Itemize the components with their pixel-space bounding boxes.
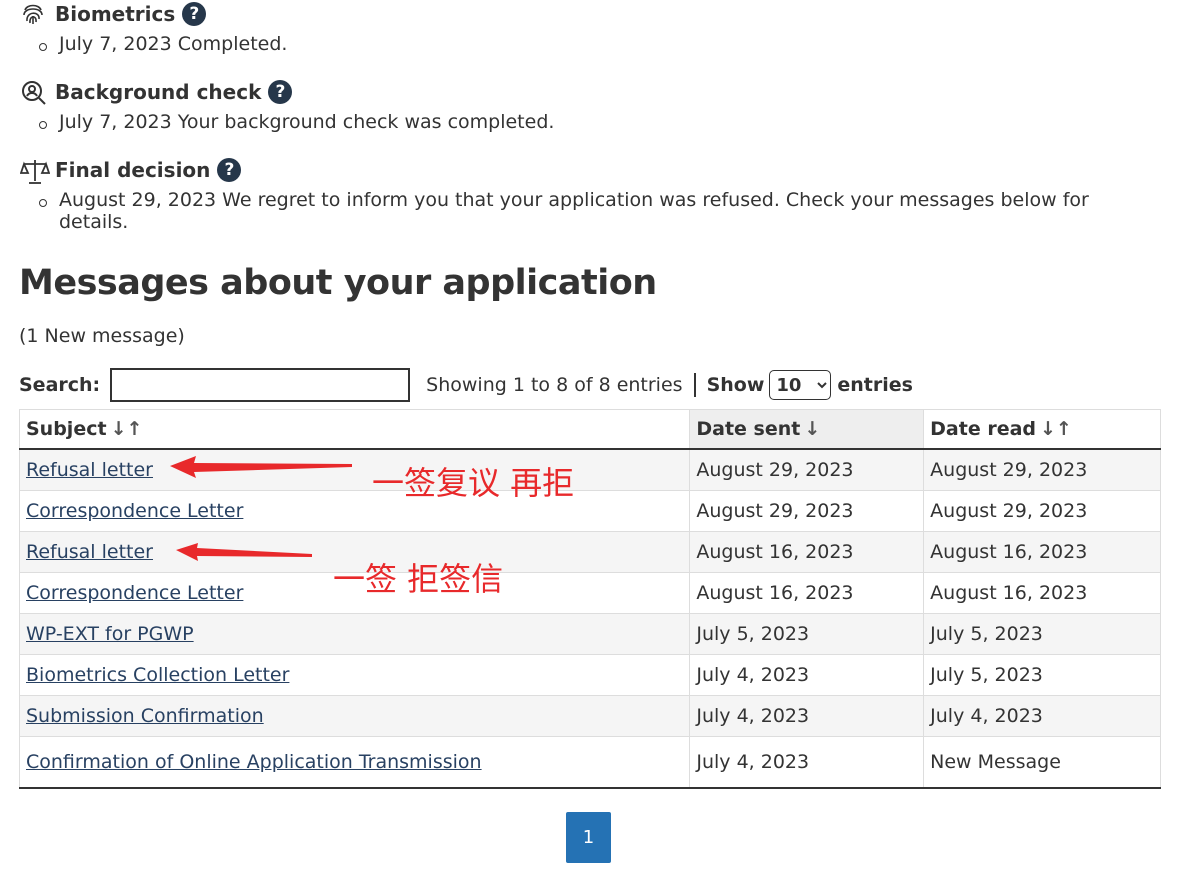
message-link[interactable]: Submission Confirmation bbox=[26, 705, 264, 727]
date-read-cell: August 16, 2023 bbox=[923, 572, 1161, 614]
divider bbox=[693, 373, 696, 397]
date-read-cell: July 5, 2023 bbox=[923, 654, 1161, 696]
table-row: Biometrics Collection Letter July 4, 202… bbox=[18, 654, 1161, 696]
table-row: WP-EXT for PGWP July 5, 2023 July 5, 202… bbox=[18, 613, 1161, 655]
sort-desc-icon: ↓ bbox=[804, 418, 821, 440]
column-label: Date sent bbox=[696, 418, 801, 440]
pagination-page-1[interactable]: 1 bbox=[566, 812, 611, 863]
message-link[interactable]: Refusal letter bbox=[26, 541, 153, 563]
message-link[interactable]: Correspondence Letter bbox=[26, 582, 243, 604]
table-row: Refusal letter August 29, 2023 August 29… bbox=[18, 448, 1161, 491]
search-input[interactable] bbox=[110, 368, 411, 402]
column-subject[interactable]: Subject ↓↑ bbox=[18, 409, 691, 450]
date-sent-cell: July 4, 2023 bbox=[689, 736, 925, 789]
table-row: Refusal letter August 16, 2023 August 16… bbox=[18, 531, 1161, 573]
column-label: Subject bbox=[26, 418, 107, 440]
help-icon[interactable]: ? bbox=[217, 158, 242, 182]
date-read-cell: August 29, 2023 bbox=[923, 448, 1161, 491]
fingerprint-icon bbox=[20, 1, 50, 27]
status-biometrics: Biometrics ? July 7, 2023 Completed. bbox=[20, 0, 1160, 55]
date-sent-cell: August 29, 2023 bbox=[689, 490, 925, 532]
subject-cell: Confirmation of Online Application Trans… bbox=[18, 736, 691, 789]
date-read-cell: New Message bbox=[923, 736, 1161, 789]
column-date-read[interactable]: Date read ↓↑ bbox=[923, 409, 1161, 450]
sort-both-icon: ↓↑ bbox=[110, 418, 143, 440]
subject-cell: Refusal letter bbox=[18, 448, 691, 491]
new-message-count: (1 New message) bbox=[19, 325, 185, 347]
messages-table: Subject ↓↑ Date sent ↓ Date read ↓↑ Refusal… bbox=[18, 409, 1161, 789]
table-row: Correspondence Letter August 29, 2023 Au… bbox=[18, 490, 1161, 532]
status-item: July 7, 2023 Completed. bbox=[39, 33, 1160, 55]
annotation-text: 一签 拒签信 bbox=[333, 560, 504, 598]
status-head: Final decision ? bbox=[19, 156, 1160, 184]
date-read-cell: July 5, 2023 bbox=[923, 613, 1161, 655]
status-title: Background check bbox=[55, 80, 262, 104]
show-label: Show bbox=[706, 374, 765, 396]
subject-cell: Biometrics Collection Letter bbox=[18, 654, 691, 696]
date-sent-cell: July 5, 2023 bbox=[689, 613, 925, 655]
message-link[interactable]: Correspondence Letter bbox=[26, 500, 243, 522]
entries-label: entries bbox=[837, 374, 913, 396]
subject-cell: WP-EXT for PGWP bbox=[18, 613, 691, 655]
scales-icon bbox=[19, 157, 51, 184]
date-read-cell: July 4, 2023 bbox=[923, 695, 1161, 737]
status-title: Biometrics bbox=[55, 2, 176, 26]
status-item: July 7, 2023 Your background check was c… bbox=[39, 111, 1160, 133]
status-head: Biometrics ? bbox=[20, 0, 1160, 28]
status-title: Final decision bbox=[55, 158, 211, 182]
message-link[interactable]: Confirmation of Online Application Trans… bbox=[26, 751, 482, 773]
column-label: Date read bbox=[930, 418, 1037, 440]
search-label: Search: bbox=[19, 374, 101, 396]
status-item: August 29, 2023 We regret to inform you … bbox=[39, 189, 1160, 233]
status-head: Background check ? bbox=[20, 78, 1160, 106]
magnifier-person-icon bbox=[20, 79, 50, 105]
page-length-select[interactable]: 10 bbox=[769, 370, 832, 400]
message-link[interactable]: WP-EXT for PGWP bbox=[26, 623, 194, 645]
table-row: Confirmation of Online Application Trans… bbox=[18, 736, 1161, 789]
table-controls: Search: Showing 1 to 8 of 8 entries Show… bbox=[19, 365, 1159, 405]
status-background-check: Background check ? July 7, 2023 Your bac… bbox=[20, 78, 1160, 133]
column-date-sent[interactable]: Date sent ↓ bbox=[689, 409, 925, 450]
message-link[interactable]: Biometrics Collection Letter bbox=[26, 664, 289, 686]
date-sent-cell: July 4, 2023 bbox=[689, 654, 925, 696]
messages-heading: Messages about your application bbox=[19, 263, 657, 303]
entries-info: Showing 1 to 8 of 8 entries bbox=[426, 374, 683, 396]
help-icon[interactable]: ? bbox=[268, 80, 293, 104]
date-read-cell: August 29, 2023 bbox=[923, 490, 1161, 532]
table-row: Correspondence Letter August 16, 2023 Au… bbox=[18, 572, 1161, 614]
date-sent-cell: August 29, 2023 bbox=[689, 448, 925, 491]
sort-both-icon: ↓↑ bbox=[1040, 418, 1072, 440]
table-row: Submission Confirmation July 4, 2023 Jul… bbox=[18, 695, 1161, 737]
date-sent-cell: August 16, 2023 bbox=[689, 572, 925, 614]
annotation-text: 一签复议 再拒 bbox=[372, 464, 575, 502]
subject-cell: Correspondence Letter bbox=[18, 490, 691, 532]
date-sent-cell: July 4, 2023 bbox=[689, 695, 925, 737]
table-header-row: Subject ↓↑ Date sent ↓ Date read ↓↑ bbox=[18, 409, 1161, 450]
date-read-cell: August 16, 2023 bbox=[923, 531, 1161, 573]
status-final-decision: Final decision ? August 29, 2023 We regr… bbox=[19, 156, 1160, 233]
help-icon[interactable]: ? bbox=[182, 2, 207, 26]
subject-cell: Submission Confirmation bbox=[18, 695, 691, 737]
date-sent-cell: August 16, 2023 bbox=[689, 531, 925, 573]
message-link[interactable]: Refusal letter bbox=[26, 459, 153, 481]
